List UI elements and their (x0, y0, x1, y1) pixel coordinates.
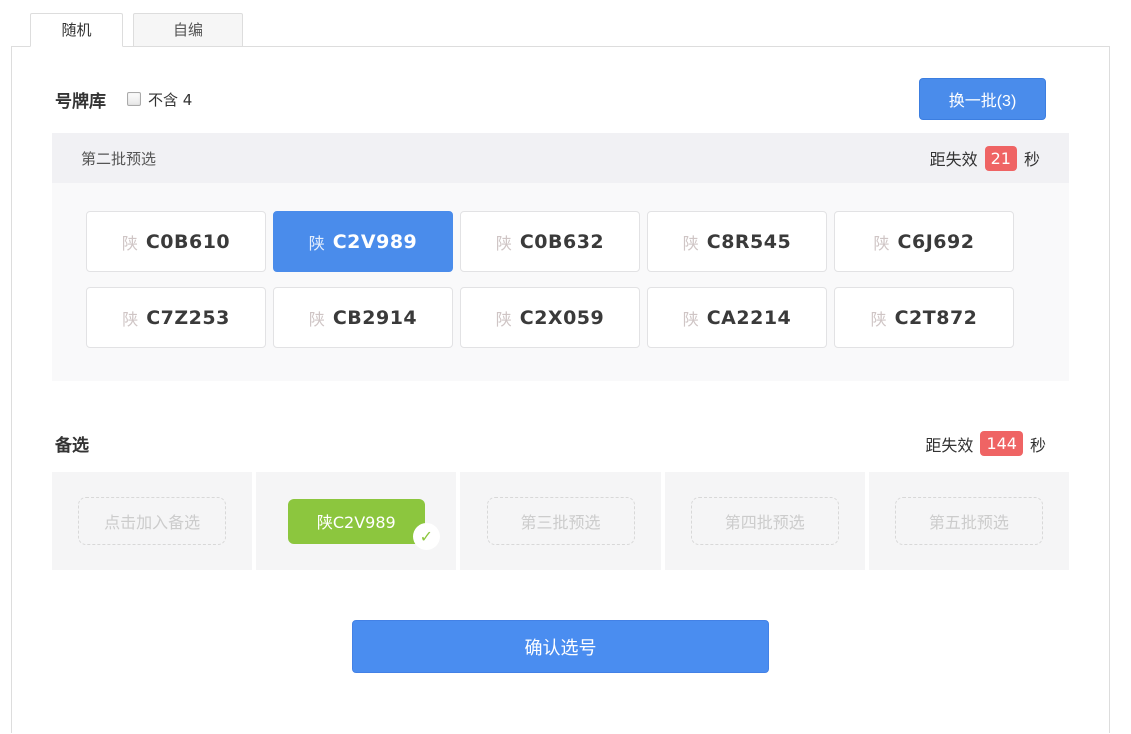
plate-province: 陕 (309, 230, 325, 254)
plate-card[interactable]: 陕 CA2214 (647, 287, 827, 348)
plate-card[interactable]: 陕 C7Z253 (86, 287, 266, 348)
plate-card[interactable]: 陕 C0B610 (86, 211, 266, 272)
backup-slot-add[interactable]: 点击加入备选 (78, 497, 226, 545)
backup-expire-seconds-badge: 144 (980, 431, 1023, 456)
plate-province: 陕 (496, 230, 512, 254)
preselect-section: 第二批预选 距失效 21 秒 陕 C0B610 陕 C2V989 陕 C0B63… (52, 133, 1069, 381)
backup-header-row: 备选 距失效 144 秒 (12, 381, 1109, 456)
backup-cell: 点击加入备选 (52, 472, 252, 570)
batch-expire-prefix: 距失效 (930, 146, 978, 170)
plate-province: 陕 (683, 306, 699, 330)
plate-number: C0B632 (520, 231, 604, 253)
check-icon: ✓ (413, 523, 440, 550)
plate-number: C6J692 (898, 231, 975, 253)
backup-slot-plate-label: 陕C2V989 (317, 509, 396, 533)
tab-random[interactable]: 随机 (30, 13, 123, 47)
plate-number: C2X059 (520, 307, 604, 329)
plate-number: C8R545 (707, 231, 791, 253)
backup-expire-prefix: 距失效 (925, 432, 973, 456)
plate-number: C0B610 (146, 231, 230, 253)
exclude-4-checkbox-wrap[interactable]: 不含 4 (127, 89, 192, 110)
plate-card[interactable]: 陕 C0B632 (460, 211, 640, 272)
tab-bar: 随机 自编 (11, 0, 1131, 46)
plate-number: C7Z253 (146, 307, 230, 329)
backup-slot-batch3[interactable]: 第三批预选 (487, 497, 635, 545)
plate-number: CA2214 (707, 307, 792, 329)
backup-cell: 第四批预选 (665, 472, 865, 570)
plate-province: 陕 (496, 306, 512, 330)
plate-province: 陕 (683, 230, 699, 254)
backup-expire-suffix: 秒 (1030, 432, 1046, 456)
exclude-4-label: 不含 4 (148, 89, 192, 110)
backup-cell: 第五批预选 (869, 472, 1069, 570)
plate-card[interactable]: 陕 CB2914 (273, 287, 453, 348)
tab-custom[interactable]: 自编 (133, 13, 243, 47)
plate-card-selected[interactable]: 陕 C2V989 (273, 211, 453, 272)
plate-grid: 陕 C0B610 陕 C2V989 陕 C0B632 陕 C8R545 陕 C6… (52, 183, 1069, 381)
batch-expire-seconds-badge: 21 (985, 146, 1017, 171)
plate-province: 陕 (874, 230, 890, 254)
plate-province: 陕 (122, 306, 138, 330)
batch-expire-suffix: 秒 (1024, 146, 1040, 170)
plate-number: CB2914 (333, 307, 417, 329)
backup-expire: 距失效 144 秒 (925, 431, 1046, 456)
library-title: 号牌库 (55, 87, 106, 112)
backup-slot-row: 点击加入备选 陕C2V989 ✓ 第三批预选 第四批预选 第五批预选 (52, 472, 1069, 570)
backup-slot-batch4[interactable]: 第四批预选 (691, 497, 839, 545)
refresh-batch-button[interactable]: 换一批(3) (919, 78, 1046, 120)
backup-slot-batch5[interactable]: 第五批预选 (895, 497, 1043, 545)
confirm-selection-button[interactable]: 确认选号 (352, 620, 769, 673)
preselect-band: 第二批预选 距失效 21 秒 (52, 133, 1069, 183)
plate-number: C2V989 (333, 231, 418, 253)
backup-slot-filled[interactable]: 陕C2V989 ✓ (288, 499, 425, 544)
plate-card[interactable]: 陕 C8R545 (647, 211, 827, 272)
backup-cell: 陕C2V989 ✓ (256, 472, 456, 570)
plate-number: C2T872 (895, 307, 978, 329)
library-header-row: 号牌库 不含 4 换一批(3) (12, 47, 1109, 120)
plate-card[interactable]: 陕 C6J692 (834, 211, 1014, 272)
plate-card[interactable]: 陕 C2T872 (834, 287, 1014, 348)
plate-province: 陕 (871, 306, 887, 330)
plate-province: 陕 (122, 230, 138, 254)
exclude-4-checkbox[interactable] (127, 92, 141, 106)
backup-cell: 第三批预选 (460, 472, 660, 570)
main-panel: 号牌库 不含 4 换一批(3) 第二批预选 距失效 21 秒 陕 C0B610 … (11, 46, 1110, 733)
backup-title: 备选 (55, 431, 89, 456)
batch-title: 第二批预选 (81, 148, 156, 169)
plate-card[interactable]: 陕 C2X059 (460, 287, 640, 348)
plate-province: 陕 (309, 306, 325, 330)
batch-expire: 距失效 21 秒 (930, 146, 1040, 171)
